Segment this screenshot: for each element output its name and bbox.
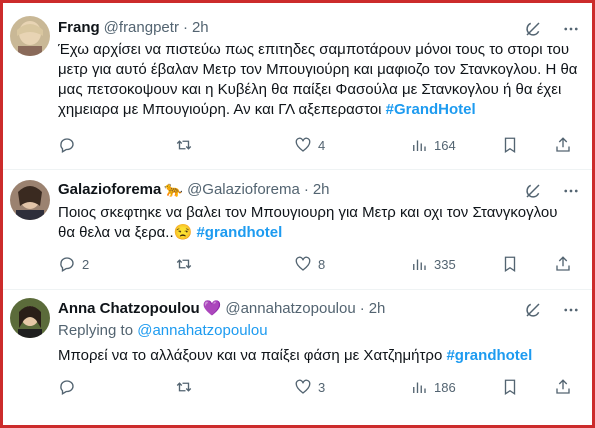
- window-frame-top: [0, 0, 595, 3]
- share-button[interactable]: [554, 378, 572, 396]
- views-count: 186: [434, 379, 456, 395]
- like-button[interactable]: 3: [294, 378, 325, 396]
- tweet-text: Μπορεί να το αλλάξουν και να παίξει φάση…: [58, 346, 578, 366]
- replying-to: Replying to @annahatzopoulou: [58, 321, 268, 341]
- user-handle[interactable]: @annahatzopoulou: [225, 299, 355, 319]
- display-name[interactable]: Frang: [58, 18, 100, 38]
- views-icon: [410, 136, 428, 154]
- grok-icon[interactable]: [523, 300, 543, 320]
- share-button[interactable]: [554, 136, 572, 154]
- reply-button[interactable]: [58, 378, 82, 396]
- views-button[interactable]: 186: [410, 378, 456, 396]
- name-emoji: 💜: [202, 300, 222, 317]
- reply-button[interactable]: 2: [58, 255, 89, 273]
- retweet-button[interactable]: [175, 378, 199, 396]
- retweet-icon: [175, 255, 193, 273]
- tweet-text: Ποιος σκεφτηκε να βαλει τον Μπουγιουρη γ…: [58, 203, 578, 243]
- like-button[interactable]: 8: [294, 255, 325, 273]
- share-icon: [554, 136, 572, 154]
- replying-to-label: Replying to: [58, 322, 134, 339]
- timestamp[interactable]: 2h: [192, 18, 209, 38]
- like-count: 4: [318, 137, 326, 153]
- like-icon: [294, 378, 312, 396]
- name-emoji: 🐆: [164, 181, 184, 198]
- bookmark-button[interactable]: [501, 255, 519, 273]
- tweet-emoji: 😒: [173, 224, 193, 241]
- timestamp[interactable]: 2h: [369, 299, 386, 319]
- share-icon: [554, 255, 572, 273]
- retweet-icon: [175, 378, 193, 396]
- views-button[interactable]: 164: [410, 136, 456, 154]
- like-icon: [294, 136, 312, 154]
- tweet-text: Έχω αρχίσει να πιστεύω πως επιτηδες σαμπ…: [58, 40, 578, 120]
- bookmark-button[interactable]: [501, 136, 519, 154]
- hashtag-link[interactable]: #grandhotel: [196, 224, 282, 241]
- separator-dot: ·: [359, 300, 365, 317]
- window-frame-left: [0, 0, 3, 428]
- views-icon: [410, 378, 428, 396]
- tweet-text-content: Ποιος σκεφτηκε να βαλει τον Μπουγιουρη γ…: [58, 204, 558, 241]
- user-handle[interactable]: @Galazioforema: [187, 180, 300, 200]
- views-count: 164: [434, 137, 456, 153]
- more-icon[interactable]: [561, 300, 581, 320]
- grok-icon[interactable]: [523, 181, 543, 201]
- avatar[interactable]: [10, 16, 50, 56]
- separator-dot: ·: [182, 19, 188, 36]
- hashtag-link[interactable]: #grandhotel: [446, 347, 532, 364]
- hashtag-link[interactable]: #GrandHotel: [386, 101, 476, 118]
- retweet-button[interactable]: [175, 255, 199, 273]
- tweet-divider: [3, 289, 592, 290]
- tweet-actions: 4 164: [58, 136, 578, 156]
- separator-dot: ·: [303, 181, 309, 198]
- like-icon: [294, 255, 312, 273]
- reply-icon: [58, 136, 76, 154]
- bookmark-icon: [501, 378, 519, 396]
- timestamp[interactable]: 2h: [313, 180, 330, 200]
- retweet-icon: [175, 136, 193, 154]
- tweet-header: Galazioforema 🐆 @Galazioforema · 2h: [58, 180, 330, 200]
- tweet-actions: 3 186: [58, 378, 578, 398]
- bookmark-button[interactable]: [501, 378, 519, 396]
- replying-to-handle[interactable]: @annahatzopoulou: [137, 322, 267, 339]
- share-icon: [554, 378, 572, 396]
- user-handle[interactable]: @frangpetr: [104, 18, 179, 38]
- reply-count: 2: [82, 256, 90, 272]
- display-name[interactable]: Anna Chatzopoulou: [58, 299, 200, 319]
- more-icon[interactable]: [561, 181, 581, 201]
- reply-icon: [58, 255, 76, 273]
- like-button[interactable]: 4: [294, 136, 325, 154]
- bookmark-icon: [501, 255, 519, 273]
- tweet-divider: [3, 169, 592, 170]
- like-count: 3: [318, 379, 326, 395]
- like-count: 8: [318, 256, 326, 272]
- views-count: 335: [434, 256, 456, 272]
- bookmark-icon: [501, 136, 519, 154]
- tweet-header: Frang @frangpetr · 2h: [58, 18, 209, 38]
- retweet-button[interactable]: [175, 136, 199, 154]
- tweet-actions: 2 8 335: [58, 255, 578, 275]
- avatar[interactable]: [10, 298, 50, 338]
- views-button[interactable]: 335: [410, 255, 456, 273]
- tweet-text-content: Έχω αρχίσει να πιστεύω πως επιτηδες σαμπ…: [58, 41, 578, 118]
- views-icon: [410, 255, 428, 273]
- reply-button[interactable]: [58, 136, 82, 154]
- avatar[interactable]: [10, 180, 50, 220]
- display-name[interactable]: Galazioforema: [58, 180, 161, 200]
- tweet-text-content: Μπορεί να το αλλάξουν και να παίξει φάση…: [58, 347, 443, 364]
- grok-icon[interactable]: [523, 19, 543, 39]
- share-button[interactable]: [554, 255, 572, 273]
- more-icon[interactable]: [561, 19, 581, 39]
- reply-icon: [58, 378, 76, 396]
- tweet-header: Anna Chatzopoulou 💜 @annahatzopoulou · 2…: [58, 299, 385, 319]
